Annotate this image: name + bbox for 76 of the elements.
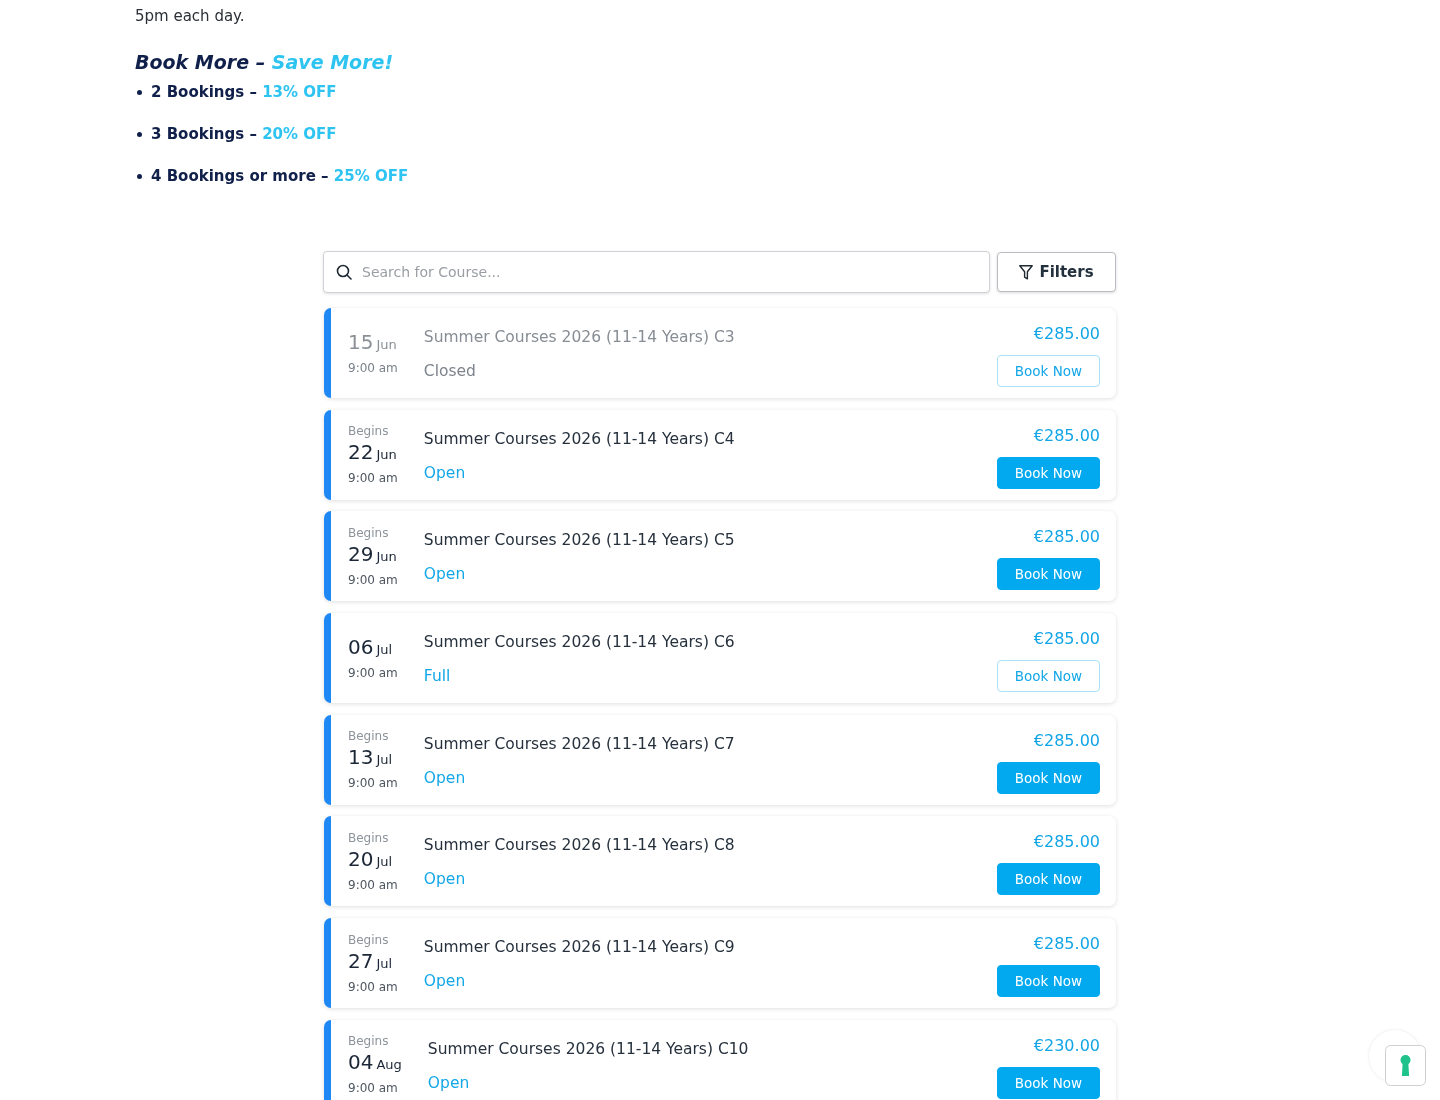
start-time: 9:00 am xyxy=(348,664,398,681)
discount-item: 3 Bookings – 20% OFF xyxy=(151,124,337,145)
course-status: Open xyxy=(423,564,466,586)
offer-heading: Book More – Save More! xyxy=(135,50,394,75)
begins-label: Begins xyxy=(348,728,389,745)
course-status: Open xyxy=(423,462,466,484)
course-status: Open xyxy=(427,1072,470,1094)
search-field[interactable]: Search for Course... xyxy=(323,251,990,293)
course-status: Open xyxy=(423,767,466,789)
date-month: Jul xyxy=(376,640,393,659)
funnel-icon xyxy=(1019,264,1034,280)
date-month: Jun xyxy=(376,335,397,354)
course-status: Full xyxy=(423,666,451,688)
begins-label: Begins xyxy=(348,1033,389,1050)
course-title: Summer Courses 2026 (11-14 Years) C9 xyxy=(423,937,735,959)
date-day: 13 xyxy=(348,746,374,769)
course-title: Summer Courses 2026 (11-14 Years) C6 xyxy=(423,632,735,654)
discount-item: 2 Bookings – 13% OFF xyxy=(151,82,337,103)
start-time: 9:00 am xyxy=(348,1080,398,1097)
course-price: €285.00 xyxy=(1033,831,1100,854)
date-day: 20 xyxy=(348,847,374,870)
course-price: €285.00 xyxy=(1033,323,1100,345)
course-status: Open xyxy=(423,971,466,993)
book-now-button[interactable]: Book Now xyxy=(997,355,1100,387)
intro-text: 5pm each day. xyxy=(135,6,245,27)
book-now-button[interactable]: Book Now xyxy=(997,660,1100,693)
course-title: Summer Courses 2026 (11-14 Years) C10 xyxy=(427,1038,749,1060)
book-now-button[interactable]: Book Now xyxy=(997,456,1100,489)
begins-label: Begins xyxy=(348,931,389,948)
date-month: Jul xyxy=(376,751,393,770)
course-status: Open xyxy=(423,869,466,891)
date-month: Jun xyxy=(376,547,397,566)
course-price: €230.00 xyxy=(1033,1034,1100,1057)
date-day: 06 xyxy=(348,635,374,658)
course-title: Summer Courses 2026 (11-14 Years) C5 xyxy=(423,530,735,552)
course-price: €285.00 xyxy=(1033,424,1100,447)
date-day: 22 xyxy=(348,441,374,464)
start-time: 9:00 am xyxy=(348,359,398,376)
date-day: 27 xyxy=(348,949,374,972)
begins-label: Begins xyxy=(348,423,389,440)
start-time: 9:00 am xyxy=(348,876,398,893)
course-title: Summer Courses 2026 (11-14 Years) C3 xyxy=(423,327,735,348)
date-day: 29 xyxy=(348,542,374,565)
date-month: Jul xyxy=(376,852,393,871)
course-title: Summer Courses 2026 (11-14 Years) C4 xyxy=(423,428,735,450)
course-status: Closed xyxy=(423,361,476,382)
start-time: 9:00 am xyxy=(348,775,398,792)
start-time: 9:00 am xyxy=(348,978,398,995)
book-now-button[interactable]: Book Now xyxy=(997,558,1100,591)
start-time: 9:00 am xyxy=(348,470,398,487)
course-price: €285.00 xyxy=(1033,729,1100,752)
bullet-icon xyxy=(137,173,142,179)
start-time: 9:00 am xyxy=(348,571,398,588)
book-now-button[interactable]: Book Now xyxy=(997,965,1100,998)
course-price: €285.00 xyxy=(1033,526,1100,549)
discount-item: 4 Bookings or more – 25% OFF xyxy=(151,166,409,187)
begins-label: Begins xyxy=(348,829,389,846)
date-day: 04 xyxy=(348,1051,374,1074)
course-title: Summer Courses 2026 (11-14 Years) C7 xyxy=(423,733,735,755)
filters-button[interactable]: Filters xyxy=(997,252,1116,292)
bullet-icon xyxy=(137,131,142,137)
bullet-icon xyxy=(137,89,142,95)
search-icon xyxy=(336,264,352,280)
date-day: 15 xyxy=(348,330,374,353)
date-month: Aug xyxy=(376,1056,402,1075)
date-month: Jul xyxy=(376,954,393,973)
privacy-button[interactable] xyxy=(1366,1027,1426,1086)
keyhole-icon xyxy=(1400,1055,1411,1076)
date-month: Jun xyxy=(376,446,397,465)
course-price: €285.00 xyxy=(1033,933,1100,956)
book-now-button[interactable]: Book Now xyxy=(997,1066,1100,1099)
course-title: Summer Courses 2026 (11-14 Years) C8 xyxy=(423,835,735,857)
book-now-button[interactable]: Book Now xyxy=(997,863,1100,896)
course-price: €285.00 xyxy=(1033,628,1100,651)
begins-label: Begins xyxy=(348,524,389,541)
book-now-button[interactable]: Book Now xyxy=(997,761,1100,794)
